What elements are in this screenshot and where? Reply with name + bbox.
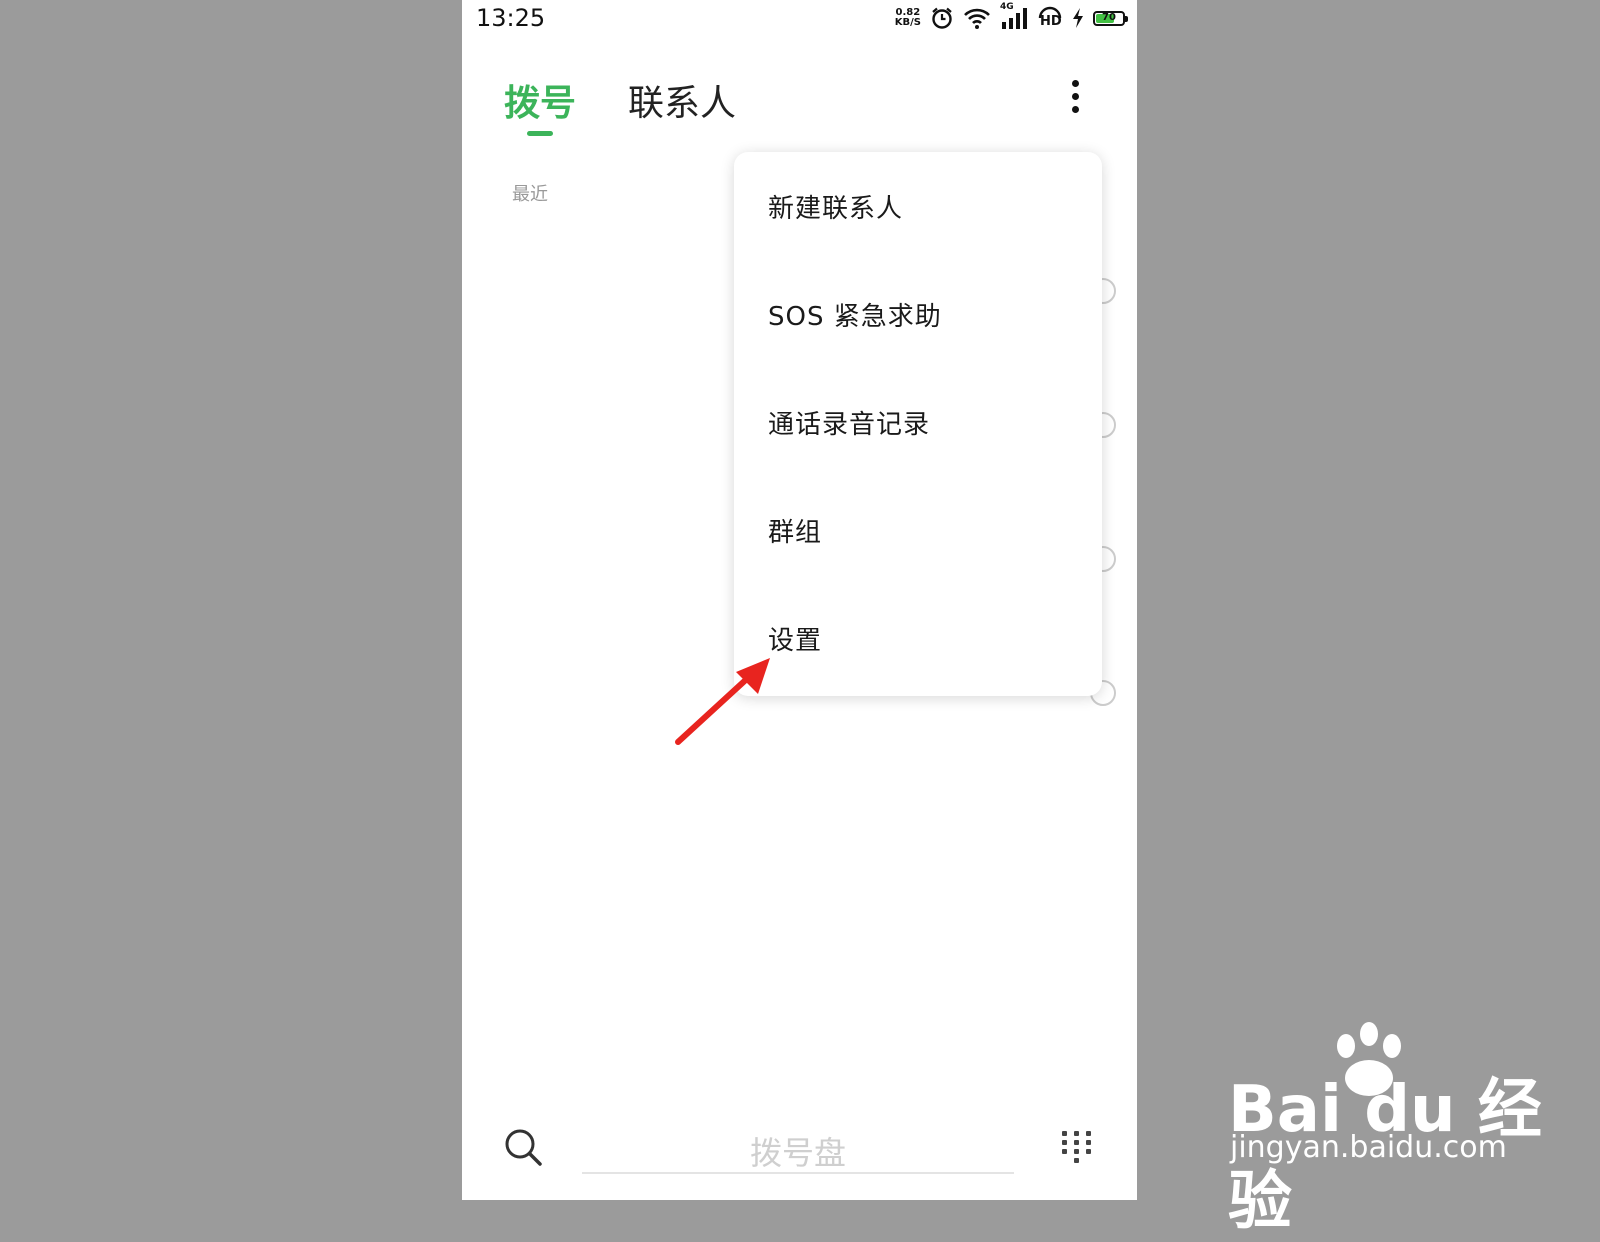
tab-dial[interactable]: 拨号 [504,74,576,126]
dialpad-icon[interactable] [1060,1130,1094,1166]
dialpad-dot [1074,1158,1079,1163]
recent-section-label: 最近 [512,184,548,205]
dialpad-dot [1062,1140,1067,1145]
battery-icon: 70 [1093,10,1128,26]
alarm-icon [932,7,952,29]
menu-item-new-contact[interactable]: 新建联系人 [768,188,903,225]
status-bar: 13:25 0.82 KB/S 4G HD 70 [462,0,1137,40]
search-icon[interactable] [502,1126,544,1168]
battery-level: 70 [1102,11,1116,23]
dialpad-dot [1086,1140,1091,1145]
baidu-jingyan-watermark: Bai du 经验 jingyan.baidu.com [1228,1020,1568,1239]
network-speed: 0.82 KB/S [894,7,921,28]
tab-contacts[interactable]: 联系人 [628,74,736,126]
status-icons: 0.82 KB/S 4G HD 70 [894,2,1128,30]
wifi-icon [964,8,990,29]
watermark-url: jingyan.baidu.com [1230,1130,1507,1165]
phone-screen: 13:25 0.82 KB/S 4G HD 70 拨号 联系人 最近 新建联系人… [462,0,1137,1200]
dialpad-dot [1086,1149,1091,1154]
dialpad-dot [1062,1131,1067,1136]
menu-item-call-recordings[interactable]: 通话录音记录 [768,404,930,441]
dialpad-dot [1074,1149,1079,1154]
annotation-arrow-icon [675,658,770,745]
dialpad-dot [1074,1131,1079,1136]
active-tab-indicator [527,131,553,136]
status-time: 13:25 [476,4,546,32]
dialpad-dot [1074,1140,1079,1145]
hd-voice-icon: HD [1037,6,1063,30]
menu-item-sos[interactable]: SOS 紧急求助 [768,296,942,333]
dialpad-dot [1086,1131,1091,1136]
more-options-icon[interactable] [1068,80,1082,116]
cellular-signal-icon: 4G [1000,2,1028,30]
dialpad-input[interactable]: 拨号盘 [582,1128,1014,1174]
menu-item-groups[interactable]: 群组 [768,512,822,549]
charging-icon [1073,8,1083,28]
dialpad-dot [1062,1149,1067,1154]
overflow-menu: 新建联系人 SOS 紧急求助 通话录音记录 群组 设置 [734,152,1102,696]
dialpad-input-underline [582,1172,1014,1174]
